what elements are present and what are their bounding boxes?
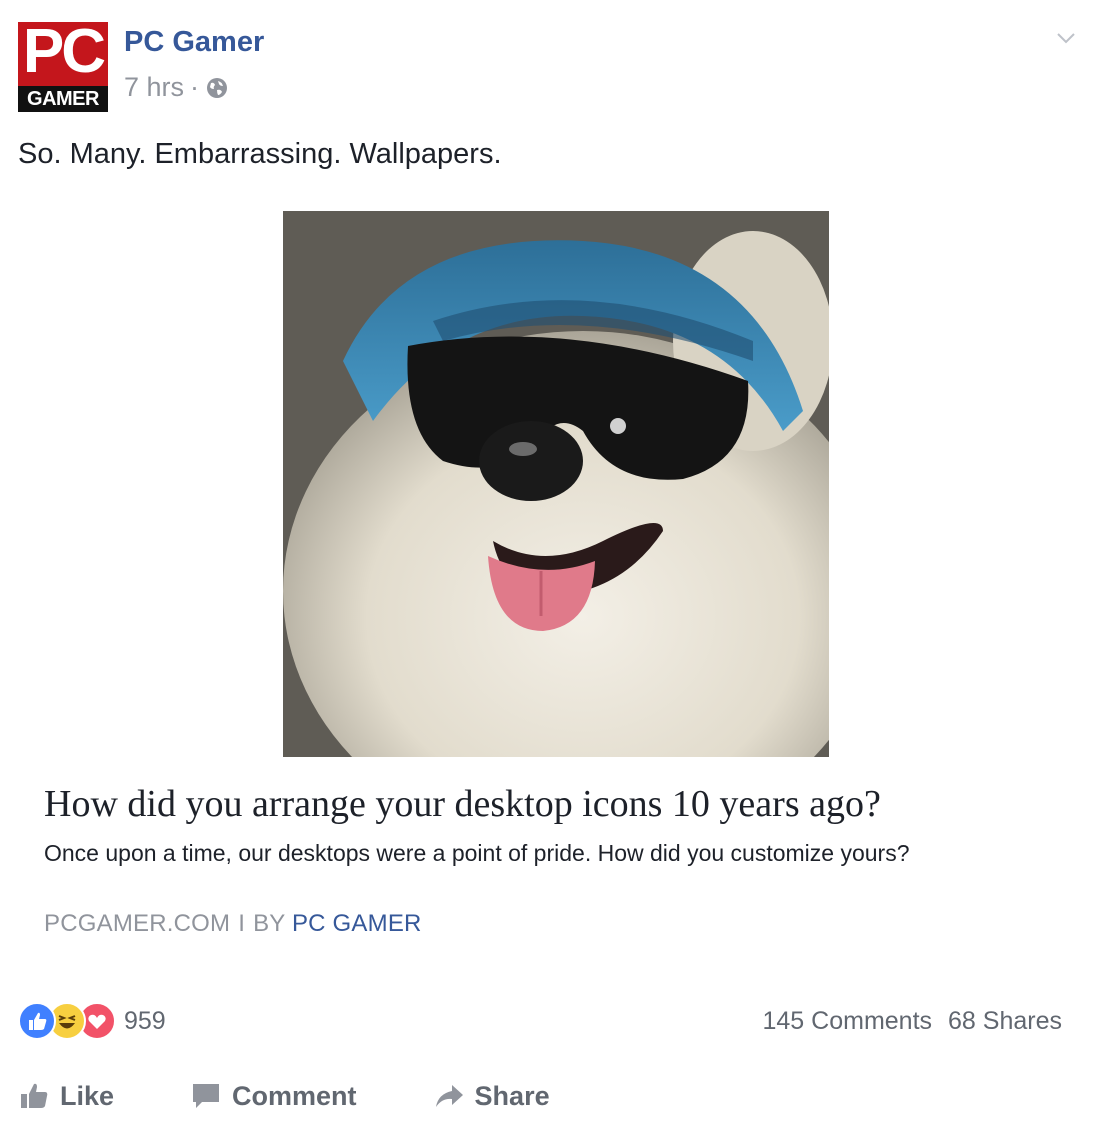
page-name-link[interactable]: PC Gamer bbox=[124, 26, 264, 59]
comment-icon bbox=[193, 1084, 220, 1108]
shares-count-link[interactable]: 68 Shares bbox=[948, 1007, 1062, 1036]
link-title[interactable]: How did you arrange your desktop icons 1… bbox=[44, 782, 881, 826]
reaction-count: 959 bbox=[124, 1006, 166, 1035]
comments-count-link[interactable]: 145 Comments bbox=[763, 1007, 933, 1036]
globe-icon[interactable] bbox=[205, 76, 229, 100]
comment-label: Comment bbox=[232, 1080, 357, 1111]
share-arrow-icon bbox=[435, 1085, 463, 1107]
post-meta: 7 hrs · bbox=[124, 72, 229, 103]
avatar-logo-bottom: GAMER bbox=[27, 88, 99, 110]
link-preview-image[interactable] bbox=[283, 211, 829, 757]
post-status-text: So. Many. Embarrassing. Wallpapers. bbox=[18, 138, 502, 170]
dog-photo bbox=[283, 211, 829, 757]
comment-button[interactable]: Comment bbox=[190, 1080, 357, 1112]
link-separator: I bbox=[238, 910, 246, 937]
link-source: PCGAMER.COM I BY PC GAMER bbox=[44, 910, 422, 938]
avatar-logo-top: PC bbox=[22, 22, 106, 86]
reaction-summary[interactable]: 959 bbox=[18, 1002, 166, 1040]
engagement-stats: 145 Comments 68 Shares bbox=[763, 1007, 1063, 1036]
like-button[interactable]: Like bbox=[18, 1080, 114, 1112]
link-author[interactable]: PC GAMER bbox=[292, 910, 422, 937]
like-label: Like bbox=[60, 1080, 115, 1111]
post-timestamp[interactable]: 7 hrs bbox=[124, 72, 184, 103]
share-button[interactable]: Share bbox=[433, 1080, 550, 1112]
thumbs-up-icon bbox=[21, 1083, 48, 1108]
chevron-down-icon[interactable] bbox=[1054, 26, 1078, 50]
feed-post: PC GAMER PC Gamer 7 hrs · So. Many. Emba… bbox=[0, 0, 1096, 1130]
post-actions: Like Comment Share bbox=[18, 1080, 626, 1112]
share-label: Share bbox=[474, 1080, 550, 1111]
link-description: Once upon a time, our desktops were a po… bbox=[44, 840, 910, 866]
link-by: BY bbox=[253, 910, 286, 937]
like-reaction-icon bbox=[18, 1002, 56, 1040]
page-avatar[interactable]: PC GAMER bbox=[18, 22, 108, 112]
link-domain: PCGAMER.COM bbox=[44, 910, 231, 937]
meta-separator: · bbox=[190, 72, 200, 102]
